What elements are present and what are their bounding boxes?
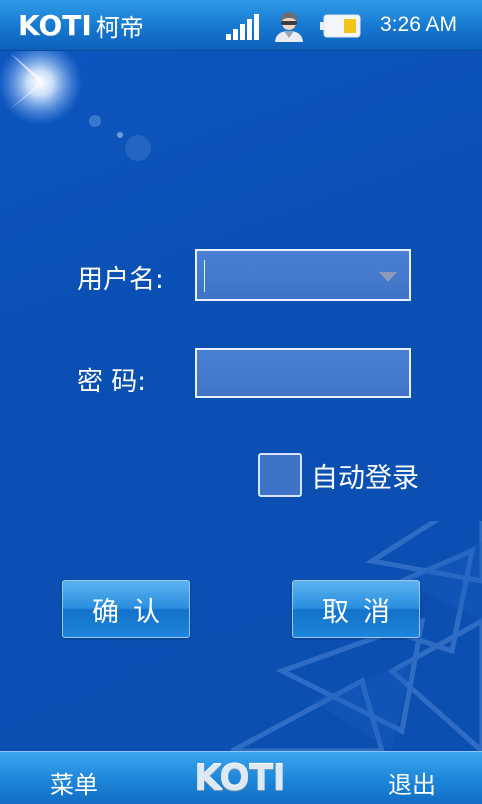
dropdown-arrow-icon[interactable]: [379, 272, 397, 282]
brand-chinese-name: 柯帝: [95, 13, 144, 42]
light-flare-decoration: [0, 51, 151, 161]
clock-time: 3:26 AM: [380, 13, 458, 36]
username-combobox[interactable]: [195, 249, 411, 301]
exit-button[interactable]: 退出: [388, 765, 436, 800]
auto-login-checkbox[interactable]: [258, 453, 302, 497]
cancel-button[interactable]: 取消: [292, 580, 420, 638]
login-panel: 用户名: 密 码: 自动登录 确认 取消: [0, 51, 482, 751]
status-bar: KOTI 柯帝 3:26 AM: [0, 0, 482, 51]
user-avatar-icon: [275, 12, 303, 42]
brand-logo: KOTI 柯帝: [18, 8, 144, 42]
text-caret: [204, 260, 205, 292]
signal-icon: [226, 14, 259, 40]
password-field[interactable]: [195, 348, 411, 398]
auto-login-label[interactable]: 自动登录: [311, 456, 419, 495]
confirm-button[interactable]: 确认: [62, 580, 190, 638]
koti-logo: KOTI: [194, 758, 286, 799]
password-label: 密 码:: [77, 367, 147, 397]
brand-logo-text: KOTI: [18, 8, 92, 42]
username-label: 用户名:: [77, 265, 164, 295]
bottom-bar: 菜单 KOTI 退出: [0, 751, 482, 804]
menu-button[interactable]: 菜单: [50, 765, 98, 800]
battery-icon: [320, 14, 361, 38]
